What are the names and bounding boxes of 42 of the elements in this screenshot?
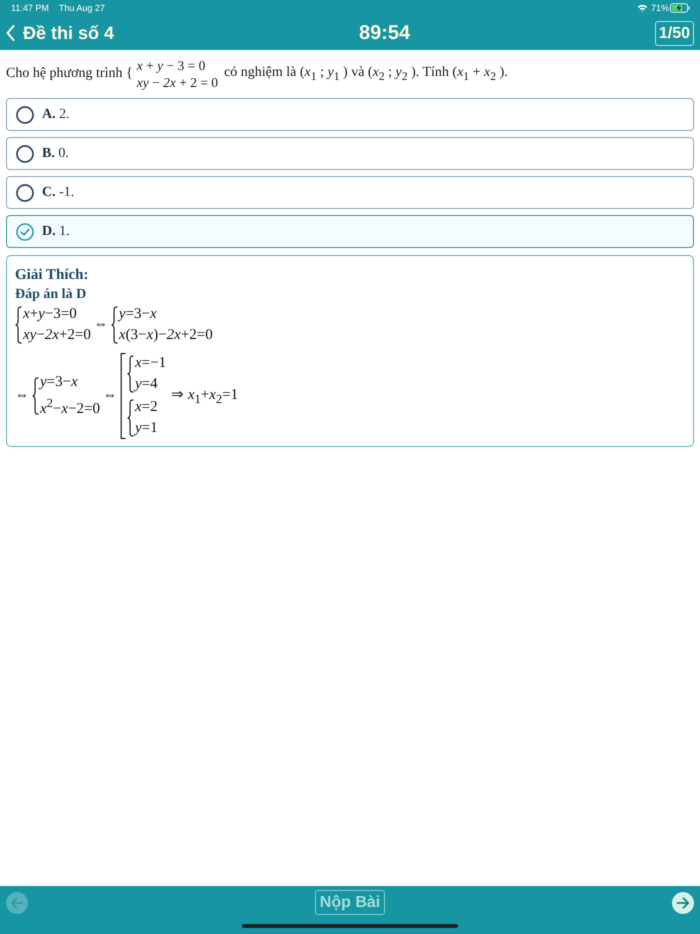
brace-icon bbox=[32, 377, 39, 415]
back-button[interactable] bbox=[6, 23, 15, 43]
equivalence-sign: ⇔ bbox=[15, 388, 29, 404]
next-button[interactable] bbox=[672, 892, 694, 914]
equation-line: x=−1 bbox=[134, 354, 166, 373]
equation-line: x + y − 3 = 0 bbox=[136, 57, 206, 74]
wifi-icon bbox=[636, 4, 648, 12]
arrow-left-icon bbox=[10, 896, 24, 910]
equation-line: x+y−3=0 bbox=[23, 305, 78, 324]
status-date: Thu Aug 27 bbox=[58, 3, 105, 13]
brace-icon bbox=[126, 355, 134, 393]
equation-line: y=3−x bbox=[118, 305, 158, 324]
answer-option[interactable]: C. -1. bbox=[6, 176, 694, 209]
brace-icon bbox=[15, 306, 22, 344]
battery-percent: 71% bbox=[650, 3, 669, 13]
equation-line: y=4 bbox=[134, 375, 159, 394]
equivalence-sign: ⇔ bbox=[102, 388, 117, 404]
brace-icon bbox=[126, 399, 134, 437]
answer-text: Đáp án là D bbox=[15, 286, 86, 304]
status-time: 11:47 PM bbox=[11, 3, 49, 13]
exam-title: Đề thi số 4 bbox=[23, 22, 114, 44]
equation-line: y=3−x bbox=[40, 373, 79, 392]
countdown-timer: 89:54 bbox=[359, 22, 410, 44]
equation-line: x$^{2}$−x−2=0 bbox=[40, 395, 100, 419]
answer-option[interactable]: B. 0. bbox=[6, 137, 694, 170]
chevron-left-icon bbox=[6, 25, 15, 41]
equation-line: x(3−x)−2x+2=0 bbox=[118, 326, 213, 345]
explanation-heading: Giải Thích: bbox=[15, 266, 88, 285]
equation-line: xy−2x+2=0 bbox=[23, 326, 91, 345]
equation-line: x=2 bbox=[134, 398, 158, 417]
battery-icon bbox=[670, 3, 690, 13]
result-equation: ⇒ x$_{1}$+x$_{2}$=1 bbox=[171, 386, 238, 407]
question-text: Cho hệ phương trình { bbox=[6, 66, 133, 82]
equivalence-sign: ⇔ bbox=[94, 317, 108, 333]
bracket-icon bbox=[120, 352, 126, 440]
question-text: có nghiệm là (x$_{1}$ ; y$_{1}$ ) và (x$_{2}$ ; y$_{2}$ ). Tính (x$_{1}$ + x$_{2}$ ). bbox=[224, 65, 508, 83]
answer-option[interactable]: A. 2. bbox=[6, 98, 694, 131]
answer-option[interactable]: D. 1. bbox=[6, 215, 694, 248]
equation-line: xy − 2x + 2 = 0 bbox=[136, 74, 218, 91]
equation-line: y=1 bbox=[134, 419, 158, 438]
brace-icon bbox=[110, 306, 118, 344]
arrow-right-icon bbox=[676, 896, 690, 910]
